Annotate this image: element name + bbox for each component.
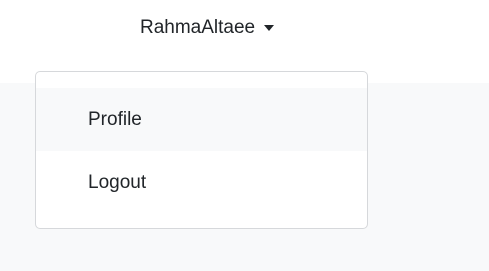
- dropdown-item-profile[interactable]: Profile: [36, 88, 367, 151]
- caret-down-icon: [264, 25, 275, 31]
- dropdown-item-label: Profile: [88, 108, 142, 130]
- dropdown-item-label: Logout: [88, 171, 147, 193]
- dropdown-item-logout[interactable]: Logout: [36, 151, 367, 214]
- username-label: RahmaAltaee: [140, 17, 256, 38]
- user-menu-toggle[interactable]: RahmaAltaee: [140, 15, 275, 41]
- user-dropdown-menu: Profile Logout: [35, 71, 368, 229]
